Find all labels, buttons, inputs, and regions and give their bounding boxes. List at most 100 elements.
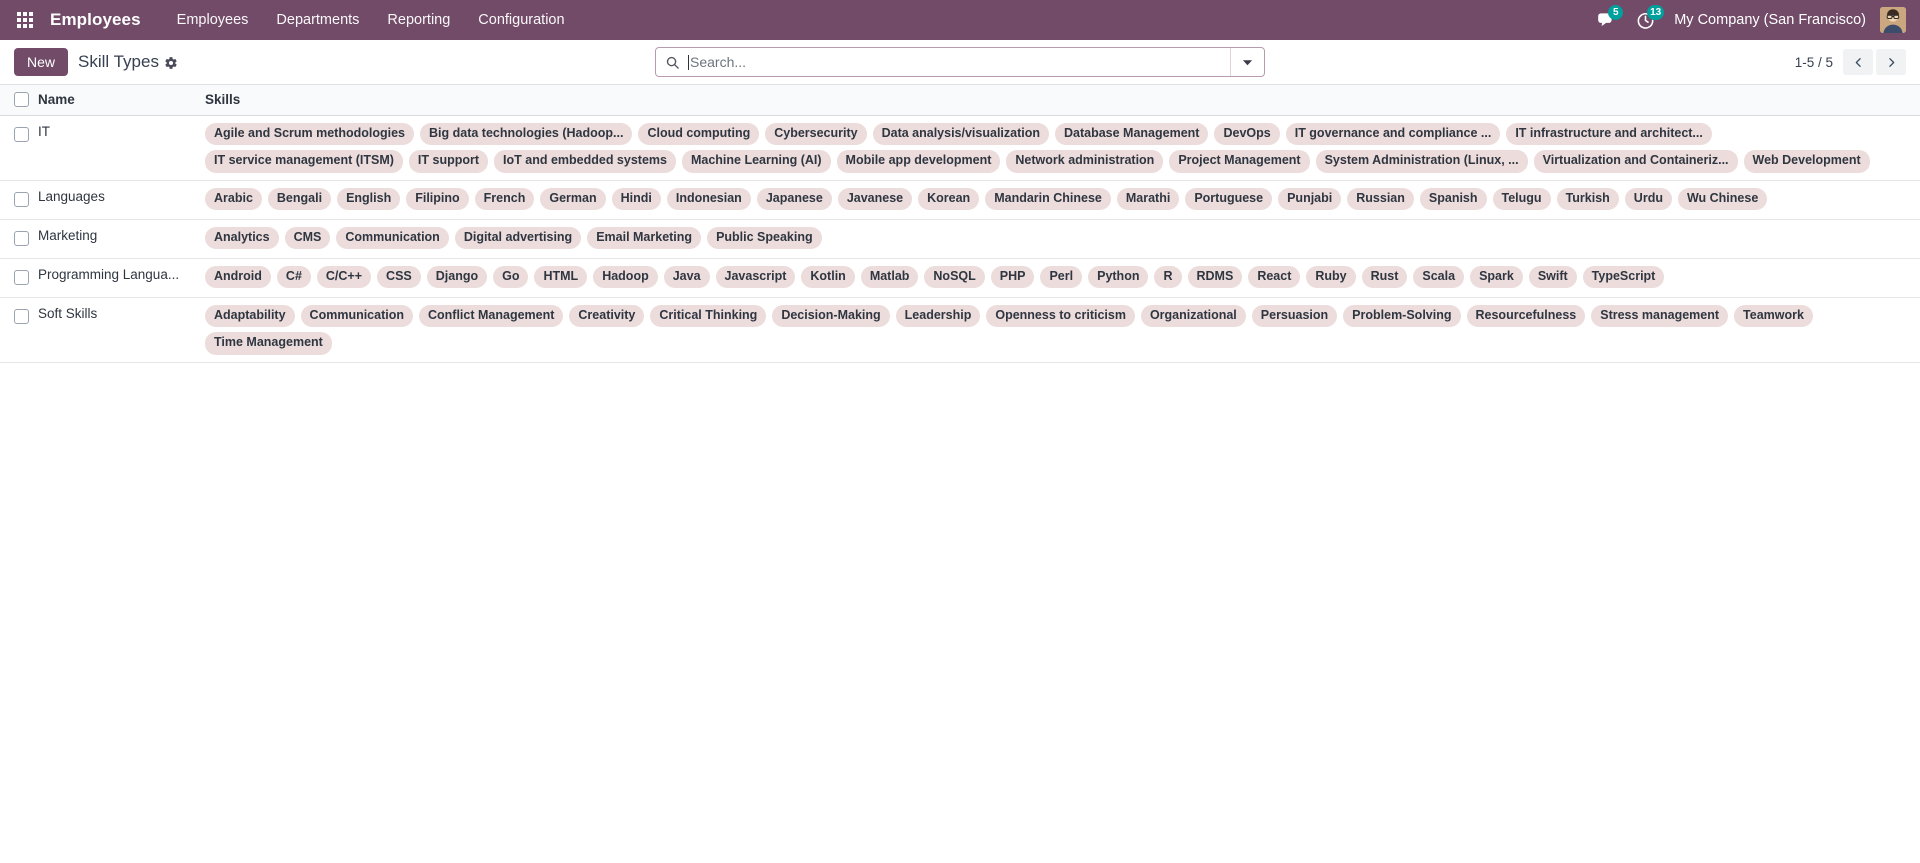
search-bar[interactable] — [655, 47, 1265, 77]
skill-tag[interactable]: Resourcefulness — [1466, 304, 1586, 328]
skill-tag[interactable]: Indonesian — [666, 187, 751, 211]
skill-tag[interactable]: Matlab — [860, 265, 919, 289]
avatar[interactable] — [1880, 7, 1906, 33]
pager-count[interactable]: 1-5 / 5 — [1795, 55, 1833, 70]
cell-skills[interactable]: Adaptability Communication Conflict Manage… — [205, 297, 1920, 364]
skill-tag[interactable]: Communication — [300, 304, 413, 328]
skill-tag[interactable]: Problem-Solving — [1343, 304, 1461, 328]
skill-tag[interactable]: Persuasion — [1251, 304, 1338, 328]
skill-tag[interactable]: German — [540, 187, 606, 211]
skill-tag[interactable]: Hindi — [611, 187, 661, 211]
menu-item-configuration[interactable]: Configuration — [464, 0, 578, 40]
row-select-checkbox[interactable] — [14, 270, 29, 286]
skill-tag[interactable]: Analytics — [205, 226, 279, 250]
app-brand-name[interactable]: Employees — [50, 10, 141, 30]
cell-name[interactable]: Marketing — [38, 219, 205, 259]
search-input[interactable] — [689, 48, 1230, 76]
skill-tag[interactable]: Mobile app development — [836, 150, 1001, 173]
row-select-checkbox[interactable] — [14, 192, 29, 208]
cell-skills[interactable]: Arabic Bengali English Filipino French German… — [205, 180, 1920, 220]
activities-menu-button[interactable]: 13 — [1625, 0, 1666, 40]
table-row[interactable]: Programming Langua... Android C# C/C++ CSS Dj… — [0, 258, 1920, 298]
skill-tag[interactable]: IT infrastructure and architect... — [1506, 122, 1712, 146]
column-header-name[interactable]: Name — [38, 85, 205, 116]
skill-tag[interactable]: Arabic — [205, 187, 262, 211]
table-row[interactable]: Languages Arabic Bengali English Filipino Fre… — [0, 180, 1920, 220]
skill-tag[interactable]: Stress management — [1591, 304, 1729, 328]
cell-skills[interactable]: Agile and Scrum methodologies Big data te… — [205, 115, 1920, 181]
skill-tag[interactable]: Openness to criticism — [986, 304, 1135, 328]
skill-tag[interactable]: PHP — [990, 265, 1035, 289]
skill-tag[interactable]: Japanese — [756, 187, 832, 211]
pager-previous-button[interactable] — [1843, 49, 1873, 75]
skill-tag[interactable]: Decision-Making — [772, 304, 890, 328]
skill-tag[interactable]: Critical Thinking — [650, 304, 767, 328]
skill-tag[interactable]: Python — [1088, 265, 1149, 289]
messages-menu-button[interactable]: 5 — [1584, 0, 1625, 40]
skill-tag[interactable]: Ruby — [1306, 265, 1356, 289]
skill-tag[interactable]: Cybersecurity — [765, 122, 867, 146]
table-row[interactable]: Marketing Analytics CMS Communication Digita… — [0, 219, 1920, 259]
skill-tag[interactable]: Swift — [1528, 265, 1577, 289]
skill-tag[interactable]: Digital advertising — [454, 226, 582, 250]
skill-tag[interactable]: Punjabi — [1278, 187, 1342, 211]
skill-tag[interactable]: CSS — [377, 265, 421, 289]
new-button[interactable]: New — [14, 47, 69, 77]
skill-tag[interactable]: Web Development — [1743, 150, 1870, 173]
skill-tag[interactable]: Email Marketing — [587, 226, 702, 250]
skill-tag[interactable]: Leadership — [895, 304, 981, 328]
skill-tag[interactable]: Project Management — [1169, 150, 1310, 173]
skill-tag[interactable]: Go — [493, 265, 529, 289]
skill-tag[interactable]: Mandarin Chinese — [985, 187, 1111, 211]
skill-tag[interactable]: Perl — [1040, 265, 1083, 289]
company-switcher[interactable]: My Company (San Francisco) — [1666, 12, 1878, 28]
skill-tag[interactable]: Rust — [1361, 265, 1408, 289]
skill-tag[interactable]: Database Management — [1055, 122, 1209, 146]
skill-tag[interactable]: Filipino — [406, 187, 469, 211]
cell-name[interactable]: IT — [38, 115, 205, 181]
skill-tag[interactable]: Javascript — [715, 265, 796, 289]
skill-tag[interactable]: Time Management — [205, 332, 332, 355]
skill-tag[interactable]: Bengali — [267, 187, 332, 211]
skill-tag[interactable]: IT service management (ITSM) — [205, 150, 403, 173]
skill-tag[interactable]: Django — [426, 265, 488, 289]
skill-tag[interactable]: Public Speaking — [707, 226, 822, 250]
skill-tag[interactable]: Data analysis/visualization — [872, 122, 1049, 146]
row-select-checkbox[interactable] — [14, 231, 29, 247]
skill-tag[interactable]: Korean — [918, 187, 980, 211]
skill-tag[interactable]: TypeScript — [1582, 265, 1665, 289]
skill-tag[interactable]: Kotlin — [801, 265, 855, 289]
skill-tag[interactable]: React — [1248, 265, 1301, 289]
skill-tag[interactable]: Telugu — [1492, 187, 1551, 211]
table-row[interactable]: Soft Skills Adaptability Communication Conf… — [0, 297, 1920, 364]
select-all-checkbox[interactable] — [14, 92, 29, 108]
skill-tag[interactable]: RDMS — [1187, 265, 1243, 289]
skill-tag[interactable]: English — [337, 187, 401, 211]
skill-tag[interactable]: Network administration — [1006, 150, 1164, 173]
skill-tag[interactable]: Russian — [1347, 187, 1414, 211]
skill-tag[interactable]: IT governance and compliance ... — [1285, 122, 1501, 146]
skill-tag[interactable]: Cloud computing — [638, 122, 760, 146]
skill-tag[interactable]: Hadoop — [593, 265, 658, 289]
apps-grid-icon[interactable] — [8, 0, 42, 40]
skill-tag[interactable]: Big data technologies (Hadoop... — [420, 122, 633, 146]
menu-item-reporting[interactable]: Reporting — [373, 0, 464, 40]
row-select-checkbox[interactable] — [14, 127, 29, 142]
gear-icon[interactable] — [164, 56, 178, 70]
skill-tag[interactable]: French — [474, 187, 535, 211]
skill-tag[interactable]: Agile and Scrum methodologies — [205, 122, 414, 146]
skill-tag[interactable]: IoT and embedded systems — [494, 150, 676, 173]
cell-name[interactable]: Soft Skills — [38, 297, 205, 364]
column-header-skills[interactable]: Skills — [205, 85, 1920, 116]
menu-item-employees[interactable]: Employees — [163, 0, 263, 40]
skill-tag[interactable]: System Administration (Linux, ... — [1315, 150, 1528, 173]
skill-tag[interactable]: Wu Chinese — [1677, 187, 1768, 211]
skill-tag[interactable]: Conflict Management — [419, 304, 564, 328]
skill-tag[interactable]: Android — [205, 265, 271, 289]
skill-tag[interactable]: Creativity — [569, 304, 645, 328]
skill-tag[interactable]: Marathi — [1116, 187, 1180, 211]
skill-tag[interactable]: Spanish — [1419, 187, 1487, 211]
search-dropdown-toggle[interactable] — [1230, 48, 1264, 76]
skill-tag[interactable]: Teamwork — [1734, 304, 1813, 328]
cell-name[interactable]: Languages — [38, 180, 205, 220]
